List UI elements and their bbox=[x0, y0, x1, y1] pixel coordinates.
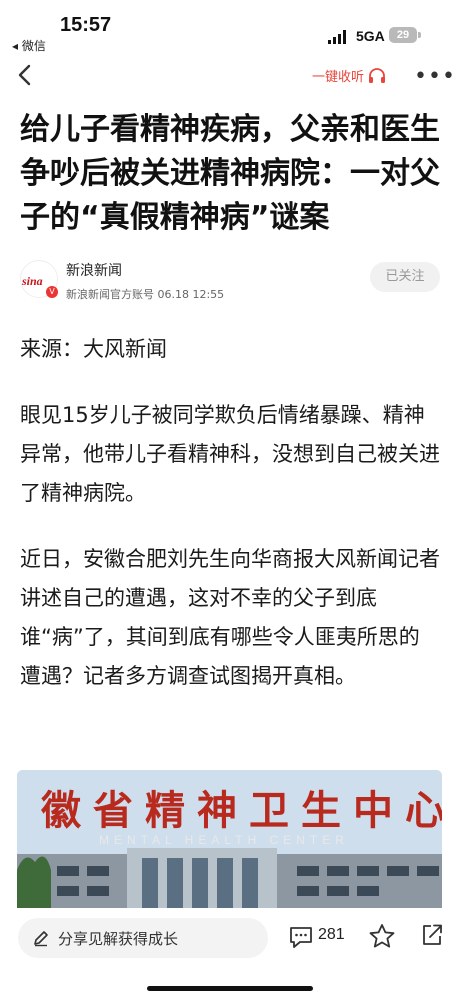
back-arrow-icon[interactable] bbox=[12, 60, 40, 90]
star-favorite-icon[interactable] bbox=[368, 923, 396, 949]
pen-icon bbox=[34, 931, 48, 947]
hospital-building-illustration: 徽省精神卫生中心 MENTAL HEALTH CENTER bbox=[17, 770, 442, 910]
battery-tip bbox=[418, 32, 421, 38]
paragraph-1: 眼见15岁儿子被同学欺负后情绪暴躁、精神异常，他带儿子看精神科，没想到自己被关进… bbox=[20, 403, 440, 505]
article-image[interactable]: 徽省精神卫生中心 MENTAL HEALTH CENTER bbox=[17, 770, 442, 910]
paragraph-2: 近日，安徽合肥刘先生向华商报大风新闻记者讲述自己的遭遇，这对不幸的父子到底谁“病… bbox=[20, 547, 440, 688]
status-bar: 15:57 ◂ 微信 5GA 29 bbox=[0, 0, 459, 56]
follow-button[interactable]: 已关注 bbox=[370, 262, 440, 292]
sina-logo: sina bbox=[22, 274, 43, 288]
status-time: 15:57 bbox=[60, 14, 112, 36]
nav-bar: 一键收听 ••• bbox=[0, 56, 459, 96]
hospital-sign-english: MENTAL HEALTH CENTER bbox=[99, 833, 349, 847]
comment-count[interactable]: 281 bbox=[318, 926, 345, 944]
comment-input-box[interactable]: 分享见解获得成长 bbox=[18, 918, 268, 958]
listen-button[interactable]: 一键收听 bbox=[312, 66, 386, 85]
author-meta: 新浪新闻官方账号 06.18 12:55 bbox=[66, 288, 225, 301]
signal-icon bbox=[328, 30, 346, 44]
author-name[interactable]: 新浪新闻 bbox=[66, 260, 122, 280]
network-type: 5GA bbox=[356, 28, 385, 44]
back-to-wechat-link[interactable]: ◂ 微信 bbox=[12, 37, 46, 54]
battery-icon: 29 bbox=[389, 27, 417, 43]
comment-placeholder: 分享见解获得成长 bbox=[58, 930, 179, 948]
article-title: 给儿子看精神疾病，父亲和医生争吵后被关进精神病院：一对父子的“真假精神病”谜案 bbox=[20, 112, 440, 235]
bottom-action-bar: 分享见解获得成长 281 bbox=[0, 908, 459, 1000]
home-indicator bbox=[147, 986, 313, 991]
listen-label: 一键收听 bbox=[312, 70, 365, 85]
verified-badge-icon: V bbox=[46, 286, 58, 298]
author-avatar[interactable]: sina V bbox=[20, 260, 58, 298]
share-icon[interactable] bbox=[420, 922, 444, 948]
paragraph-source: 来源：大风新闻 bbox=[20, 337, 167, 361]
author-row: sina V 新浪新闻 新浪新闻官方账号 06.18 12:55 已关注 bbox=[20, 258, 440, 304]
comment-icon[interactable] bbox=[288, 925, 314, 949]
hospital-sign-text: 徽省精神卫生中心 bbox=[40, 787, 442, 834]
headphones-icon bbox=[369, 67, 386, 83]
more-options-icon[interactable]: ••• bbox=[414, 64, 456, 89]
